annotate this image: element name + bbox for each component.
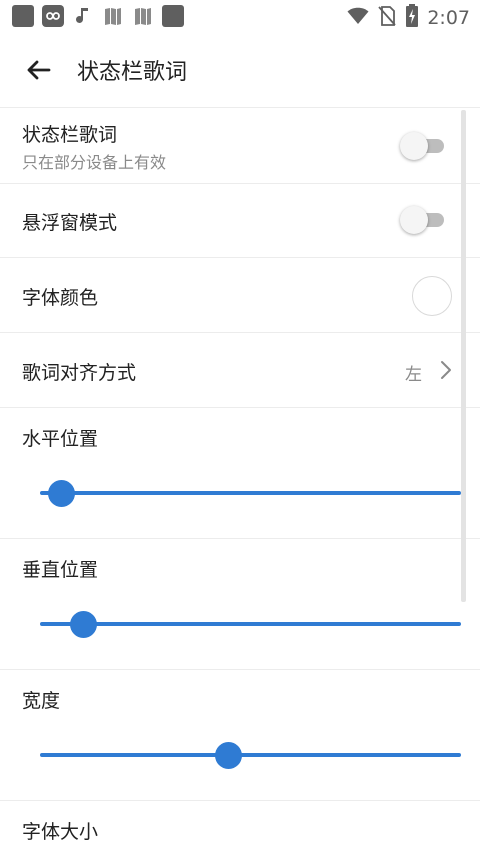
toggle-thumb: [400, 132, 428, 160]
setting-title: 字体颜色: [22, 287, 99, 309]
statusbar-lyrics-toggle[interactable]: [400, 128, 444, 164]
battery-charging-icon: [405, 4, 419, 32]
setting-lyrics-alignment[interactable]: 歌词对齐方式 左: [0, 333, 480, 408]
app-bar: 状态栏歌词: [0, 32, 480, 108]
music-note-icon: [72, 5, 94, 27]
horizontal-position-slider[interactable]: [40, 478, 461, 508]
width-slider[interactable]: [40, 740, 461, 770]
setting-floating-mode[interactable]: 悬浮窗模式: [0, 184, 480, 258]
toggle-thumb: [400, 206, 428, 234]
page-title: 状态栏歌词: [77, 60, 188, 85]
slider-track: [40, 753, 461, 757]
slider-track: [40, 491, 461, 495]
wifi-icon: [347, 6, 369, 30]
floating-mode-toggle[interactable]: [400, 202, 444, 238]
system-icons: 2:07: [347, 4, 470, 32]
setting-title: 水平位置: [22, 428, 99, 450]
setting-subtitle: 只在部分设备上有效: [22, 153, 167, 172]
setting-font-size: 字体大小: [0, 801, 480, 853]
alignment-value: 左: [405, 365, 422, 385]
slider-thumb[interactable]: [215, 742, 243, 769]
clock: 2:07: [427, 7, 470, 29]
setting-width: 宽度: [0, 670, 480, 801]
notification-icons: [12, 5, 184, 27]
app-square-icon: [162, 5, 184, 27]
setting-vertical-position: 垂直位置: [0, 539, 480, 670]
slider-track: [40, 622, 461, 626]
no-sim-icon: [377, 5, 397, 31]
book-icon: [132, 5, 154, 27]
setting-title: 宽度: [22, 690, 61, 712]
setting-horizontal-position: 水平位置: [0, 408, 480, 539]
vertical-position-slider[interactable]: [40, 609, 461, 639]
settings-list: 状态栏歌词 只在部分设备上有效 悬浮窗模式 字体颜色 歌词对齐方式 左 水平位置: [0, 108, 480, 853]
setting-title: 状态栏歌词: [22, 124, 118, 146]
book-icon: [102, 5, 124, 27]
back-button[interactable]: [20, 52, 56, 88]
app-square-icon: [12, 5, 34, 27]
arrow-left-icon: [27, 60, 51, 80]
setting-font-color[interactable]: 字体颜色: [0, 258, 480, 333]
setting-statusbar-lyrics[interactable]: 状态栏歌词 只在部分设备上有效: [0, 108, 480, 184]
chevron-right-icon: [441, 361, 451, 379]
infinity-app-icon: [42, 5, 64, 27]
scrollbar[interactable]: [461, 110, 466, 602]
slider-thumb[interactable]: [48, 480, 76, 507]
slider-thumb[interactable]: [70, 611, 98, 638]
setting-title: 字体大小: [22, 821, 99, 843]
setting-title: 悬浮窗模式: [22, 212, 118, 234]
font-color-swatch[interactable]: [412, 276, 452, 316]
setting-title: 歌词对齐方式: [22, 362, 137, 384]
setting-title: 垂直位置: [22, 559, 99, 581]
status-bar: 2:07: [0, 0, 480, 32]
